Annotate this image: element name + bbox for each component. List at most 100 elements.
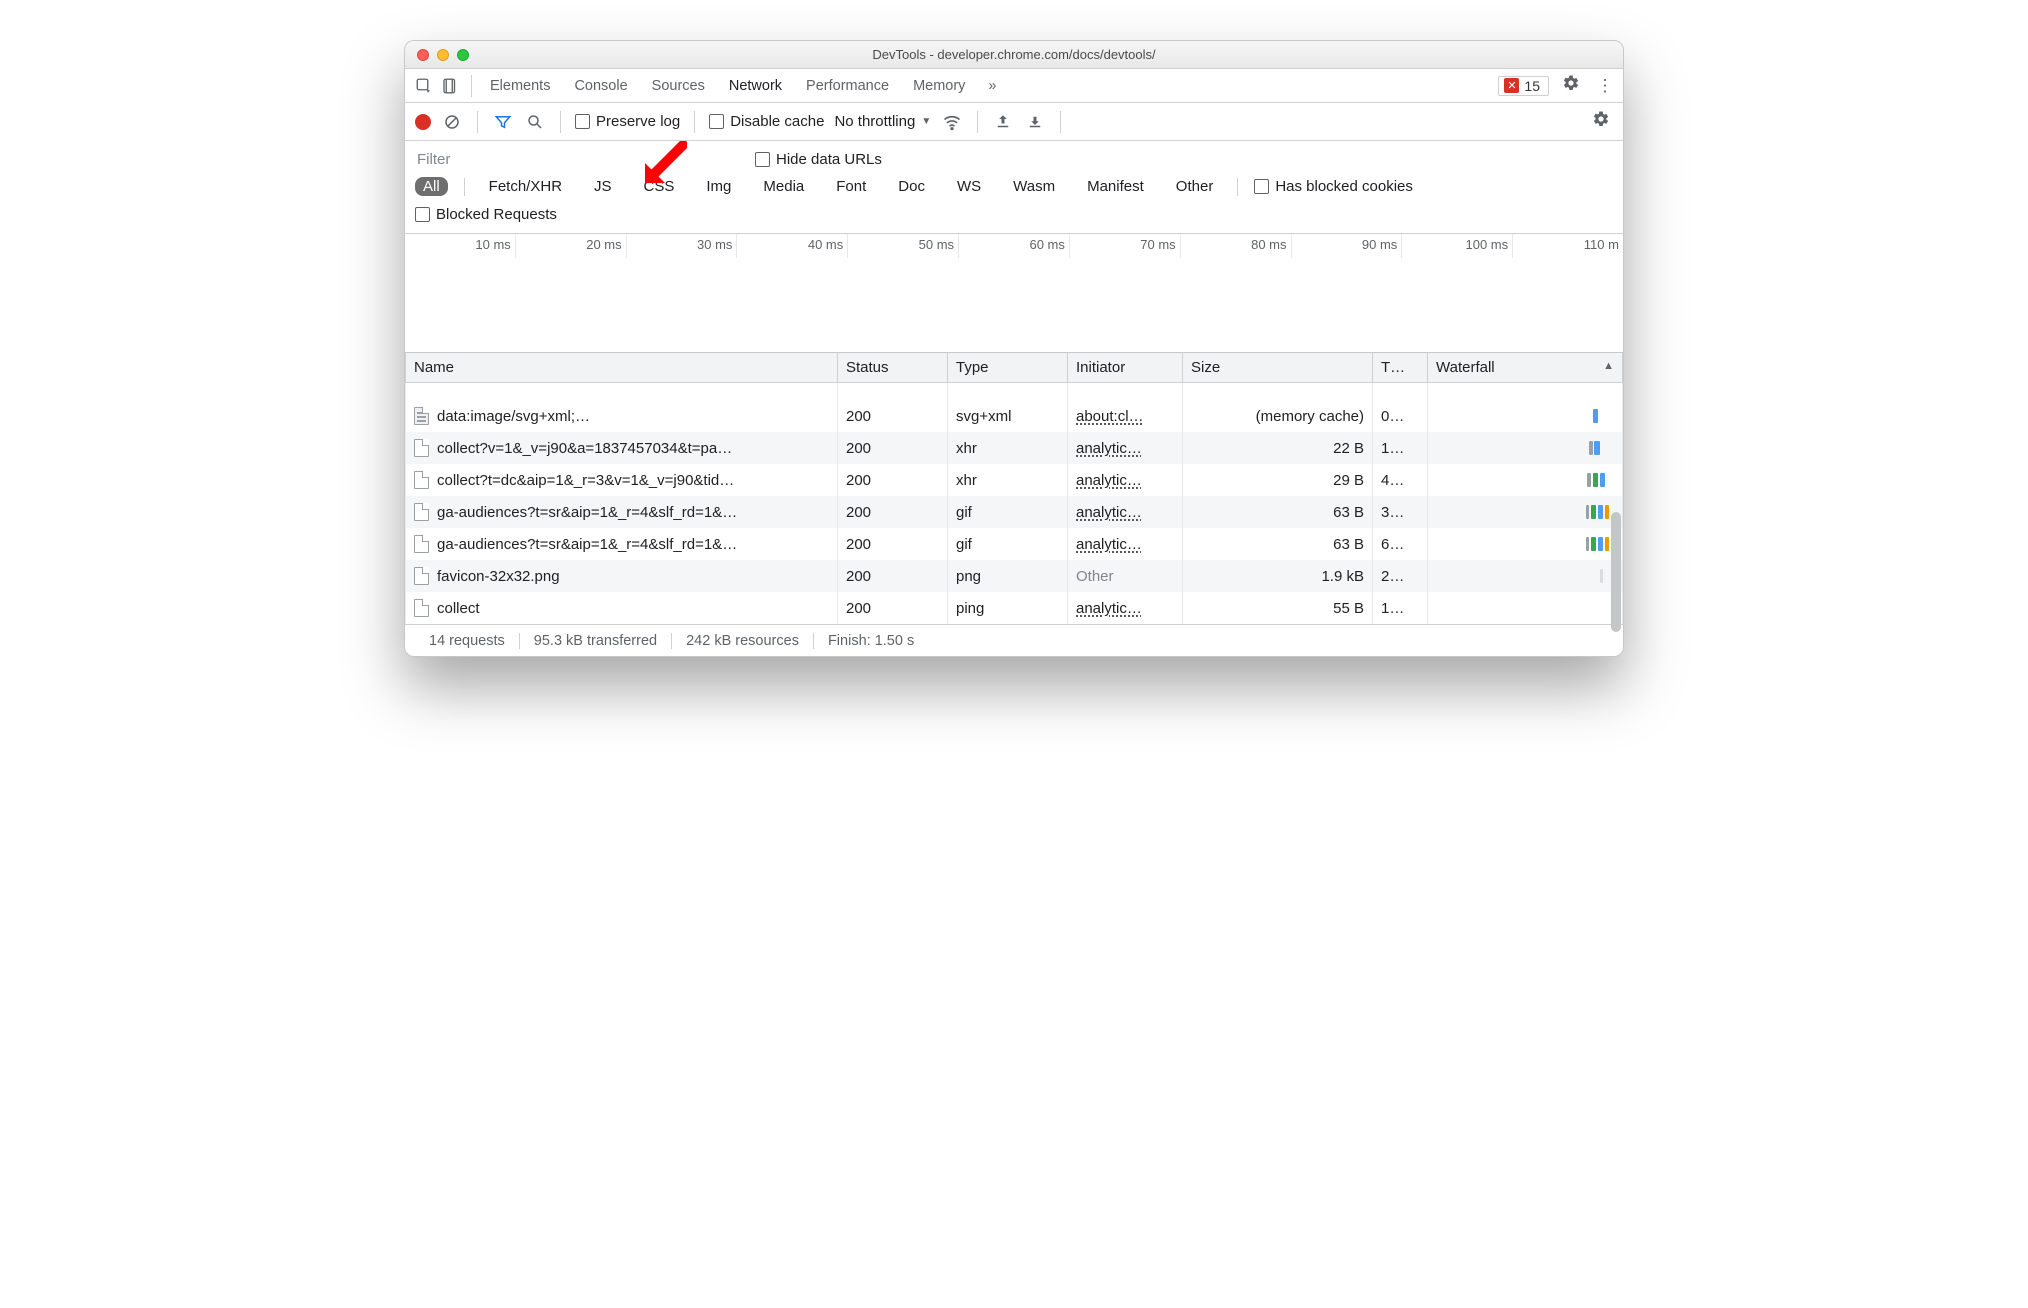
file-icon — [414, 567, 429, 585]
type-filter-css[interactable]: CSS — [636, 177, 683, 196]
col-header-size[interactable]: Size — [1183, 353, 1373, 383]
upload-har-icon[interactable] — [992, 111, 1014, 133]
maximize-window-button[interactable] — [457, 49, 469, 61]
throttling-select[interactable]: No throttling ▼ — [834, 113, 931, 130]
file-icon — [414, 503, 429, 521]
table-header-row: Name Status Type Initiator Size T… Water… — [406, 353, 1623, 383]
scrollbar-thumb[interactable] — [1611, 512, 1621, 632]
filter-input[interactable] — [415, 147, 685, 171]
checkbox-icon — [575, 114, 590, 129]
status-requests: 14 requests — [415, 633, 520, 649]
waterfall-cell — [1436, 438, 1614, 458]
type-filter-media[interactable]: Media — [755, 177, 812, 196]
col-header-name[interactable]: Name — [406, 353, 838, 383]
type-filter-font[interactable]: Font — [828, 177, 874, 196]
has-blocked-cookies-checkbox[interactable]: Has blocked cookies — [1254, 178, 1413, 195]
device-toolbar-icon[interactable] — [437, 73, 463, 99]
hide-data-urls-checkbox[interactable]: Hide data URLs — [755, 151, 882, 168]
initiator-link[interactable]: analytic… — [1076, 472, 1142, 489]
download-har-icon[interactable] — [1024, 111, 1046, 133]
more-options-kebab-icon[interactable]: ⋮ — [1593, 76, 1617, 96]
blocked-requests-row: Blocked Requests — [405, 204, 1623, 234]
network-conditions-icon[interactable] — [941, 111, 963, 133]
errors-badge[interactable]: ✕ 15 — [1498, 76, 1549, 96]
col-header-status[interactable]: Status — [838, 353, 948, 383]
devtools-window: DevTools - developer.chrome.com/docs/dev… — [404, 40, 1624, 657]
settings-gear-icon[interactable] — [1559, 74, 1583, 97]
resource-type-filter-bar: All Fetch/XHR JS CSS Img Media Font Doc WS Wasm Ma… — [405, 173, 1623, 204]
tab-sources[interactable]: Sources — [652, 78, 705, 94]
network-toolbar: Preserve log Disable cache No throttling… — [405, 103, 1623, 141]
checkbox-icon — [755, 152, 770, 167]
tab-performance[interactable]: Performance — [806, 78, 889, 94]
clear-button[interactable] — [441, 111, 463, 133]
waterfall-cell — [1436, 566, 1614, 586]
status-bar: 14 requests 95.3 kB transferred 242 kB r… — [405, 624, 1623, 656]
minimize-window-button[interactable] — [437, 49, 449, 61]
col-header-initiator[interactable]: Initiator — [1068, 353, 1183, 383]
record-button[interactable] — [415, 114, 431, 130]
close-window-button[interactable] — [417, 49, 429, 61]
panel-tabs-bar: Elements Console Sources Network Performance… — [405, 69, 1623, 103]
preserve-log-checkbox[interactable]: Preserve log — [575, 113, 680, 130]
blocked-requests-checkbox[interactable]: Blocked Requests — [415, 206, 557, 223]
initiator-link[interactable]: analytic… — [1076, 440, 1142, 457]
waterfall-cell — [1436, 406, 1614, 426]
file-icon — [414, 535, 429, 553]
filter-toggle-icon[interactable] — [492, 111, 514, 133]
type-filter-wasm[interactable]: Wasm — [1005, 177, 1063, 196]
type-filter-doc[interactable]: Doc — [890, 177, 933, 196]
table-row[interactable]: collect200pinganalytic…55 B1… — [406, 592, 1623, 624]
tab-elements[interactable]: Elements — [490, 78, 550, 94]
table-row[interactable] — [406, 383, 1623, 401]
table-row[interactable]: collect?v=1&_v=j90&a=1837457034&t=pa…200… — [406, 432, 1623, 464]
status-resources: 242 kB resources — [672, 633, 814, 649]
table-row[interactable]: data:image/svg+xml;…200svg+xmlabout:cl…(… — [406, 400, 1623, 432]
type-filter-manifest[interactable]: Manifest — [1079, 177, 1152, 196]
filter-bar: Hide data URLs — [405, 141, 1623, 173]
error-count: 15 — [1524, 78, 1540, 94]
checkbox-icon — [415, 207, 430, 222]
file-icon — [414, 471, 429, 489]
initiator-link[interactable]: analytic… — [1076, 600, 1142, 617]
more-panels-button[interactable]: » — [979, 73, 1005, 99]
checkbox-icon — [1254, 179, 1269, 194]
file-icon — [414, 407, 429, 425]
chevron-down-icon: ▼ — [921, 116, 931, 127]
initiator-link[interactable]: analytic… — [1076, 504, 1142, 521]
tab-memory[interactable]: Memory — [913, 78, 965, 94]
initiator-link[interactable]: about:cl… — [1076, 408, 1144, 425]
table-row[interactable]: collect?t=dc&aip=1&_r=3&v=1&_v=j90&tid…2… — [406, 464, 1623, 496]
request-name: ga-audiences?t=sr&aip=1&_r=4&slf_rd=1&… — [437, 536, 737, 553]
table-row[interactable]: favicon-32x32.png200pngOther1.9 kB2… — [406, 560, 1623, 592]
requests-table-wrap: Name Status Type Initiator Size T… Water… — [405, 352, 1623, 624]
waterfall-cell — [1436, 502, 1614, 522]
waterfall-cell — [1436, 470, 1614, 490]
type-filter-img[interactable]: Img — [698, 177, 739, 196]
table-row[interactable]: ga-audiences?t=sr&aip=1&_r=4&slf_rd=1&…2… — [406, 528, 1623, 560]
type-filter-fetchxhr[interactable]: Fetch/XHR — [481, 177, 570, 196]
search-icon[interactable] — [524, 111, 546, 133]
table-row[interactable]: ga-audiences?t=sr&aip=1&_r=4&slf_rd=1&…2… — [406, 496, 1623, 528]
file-icon — [414, 439, 429, 457]
request-name: collect — [437, 600, 480, 617]
col-header-time[interactable]: T… — [1373, 353, 1428, 383]
network-settings-gear-icon[interactable] — [1589, 110, 1613, 133]
waterfall-cell — [1436, 534, 1614, 554]
tab-network[interactable]: Network — [729, 78, 782, 94]
col-header-waterfall[interactable]: Waterfall▲ — [1428, 353, 1623, 383]
tab-console[interactable]: Console — [574, 78, 627, 94]
type-filter-js[interactable]: JS — [586, 177, 620, 196]
type-filter-ws[interactable]: WS — [949, 177, 989, 196]
inspect-element-icon[interactable] — [411, 73, 437, 99]
panel-tabs: Elements Console Sources Network Performance… — [490, 78, 965, 94]
file-icon — [414, 599, 429, 617]
overview-timeline[interactable]: 10 ms20 ms30 ms40 ms50 ms60 ms70 ms80 ms… — [405, 234, 1623, 352]
status-transferred: 95.3 kB transferred — [520, 633, 672, 649]
type-filter-all[interactable]: All — [415, 177, 448, 196]
initiator-link[interactable]: analytic… — [1076, 536, 1142, 553]
window-title: DevTools - developer.chrome.com/docs/dev… — [405, 47, 1623, 62]
disable-cache-checkbox[interactable]: Disable cache — [709, 113, 824, 130]
type-filter-other[interactable]: Other — [1168, 177, 1222, 196]
col-header-type[interactable]: Type — [948, 353, 1068, 383]
